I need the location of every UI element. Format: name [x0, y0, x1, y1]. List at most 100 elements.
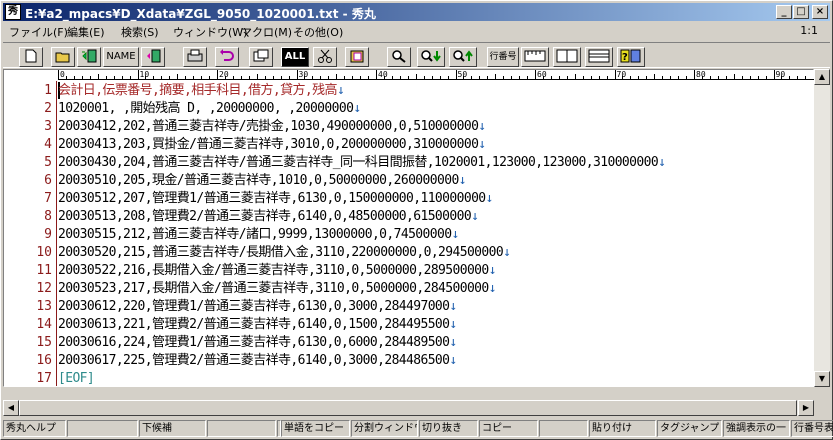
ruler-tick	[479, 76, 481, 79]
select-all-button[interactable]: ALL	[281, 47, 309, 67]
horizontal-scroll-thumb[interactable]	[19, 400, 797, 416]
horizontal-split-icon[interactable]	[585, 47, 613, 67]
ruler-tick	[113, 76, 115, 79]
ruler-mark: 50	[457, 70, 468, 79]
status-cell[interactable]: 下候補	[139, 420, 206, 437]
find-up-icon[interactable]	[449, 47, 477, 67]
scroll-up-arrow-icon[interactable]: ▲	[814, 69, 830, 85]
status-cell[interactable]: 単語をコピー	[281, 420, 350, 437]
new-file-icon[interactable]	[19, 47, 43, 67]
close-button[interactable]: ×	[812, 5, 828, 19]
hidemaru-window: 秀 E:¥a2_mpacs¥D_Xdata¥ZGL_9050_1020001.t…	[0, 0, 833, 440]
line-text: 20030510,205,現金/普通三菱吉祥寺,1010,0,50000000,…	[58, 173, 459, 188]
menu-macro[interactable]: マクロ(M)	[241, 24, 292, 40]
text-line[interactable]: 20030515,212,普通三菱吉祥寺/諸口,9999,13000000,0,…	[58, 226, 459, 244]
newline-mark-icon: ↓	[449, 353, 457, 368]
split-window-icon[interactable]	[553, 47, 581, 67]
text-line[interactable]: 20030412,202,普通三菱吉祥寺/売掛金,1030,490000000,…	[58, 118, 486, 136]
ruler-toggle-icon[interactable]	[521, 47, 549, 67]
text-line[interactable]: 20030522,216,長期借入金/普通三菱吉祥寺,3110,0,500000…	[58, 262, 496, 280]
text-content[interactable]: 会計日,伝票番号,摘要,相手科目,借方,貸方,残高↓ 1020001, ,開始残高…	[58, 82, 814, 386]
ruler-tick	[423, 76, 425, 79]
ruler-tick	[288, 76, 290, 79]
line-text: 20030515,212,普通三菱吉祥寺/諸口,9999,13000000,0,…	[58, 227, 452, 242]
open-folder-icon[interactable]	[51, 47, 75, 67]
ruler-tick	[646, 76, 648, 79]
hidemaru-app-icon[interactable]: 秀	[5, 4, 21, 20]
menu-file[interactable]: ファイル(F)	[9, 24, 68, 40]
ruler-tick	[550, 76, 552, 79]
ruler-tick	[733, 74, 735, 79]
text-line[interactable]: 20030520,215,普通三菱吉祥寺/長期借入金,3110,22000000…	[58, 244, 511, 262]
line-number: 13	[36, 299, 52, 314]
print-icon[interactable]	[183, 47, 207, 67]
horizontal-scrollbar[interactable]: ◀ ▶	[3, 400, 814, 416]
undo-icon[interactable]	[215, 47, 239, 67]
text-editor[interactable]: 0 10 20 30 40 50 60 70 80 90 1 2 3 4 5 6 7 8 9 10 11 12 13 14 1…	[3, 69, 814, 387]
line-number: 4	[44, 137, 52, 152]
eof-marker[interactable]: [EOF]	[58, 370, 95, 388]
paste-icon[interactable]	[345, 47, 369, 67]
status-cell	[207, 420, 276, 437]
text-line[interactable]: 1020001, ,開始残高 D, ,20000000, ,20000000↓	[58, 100, 361, 118]
title-bar[interactable]: 秀 E:¥a2_mpacs¥D_Xdata¥ZGL_9050_1020001.t…	[3, 3, 830, 21]
text-line[interactable]: 20030617,225,管理費2/普通三菱吉祥寺,6140,0,3000,28…	[58, 352, 457, 370]
scroll-left-arrow-icon[interactable]: ◀	[3, 400, 19, 416]
line-number: 2	[44, 101, 52, 116]
line-number-gutter: 1 2 3 4 5 6 7 8 9 10 11 12 13 14 15 16 17	[4, 82, 56, 386]
vertical-scrollbar[interactable]: ▲ ▼	[814, 69, 830, 387]
save-icon[interactable]	[77, 47, 101, 67]
help-icon[interactable]: ?	[617, 47, 645, 67]
newline-mark-icon: ↓	[449, 317, 457, 332]
text-line[interactable]: 20030612,220,管理費1/普通三菱吉祥寺,6130,0,3000,28…	[58, 298, 457, 316]
menu-search[interactable]: 検索(S)	[121, 24, 159, 40]
line-text: 20030430,204,普通三菱吉祥寺/普通三菱吉祥寺_同一科目間振替,102…	[58, 155, 659, 170]
line-number: 12	[36, 281, 52, 296]
name-save-button[interactable]: NAME	[103, 47, 139, 67]
status-cell[interactable]: 強調表示の一	[723, 420, 790, 437]
line-number-button[interactable]: 行番号	[487, 47, 519, 67]
ruler-tick	[741, 76, 743, 79]
ruler-tick	[439, 76, 441, 79]
ruler-mark: 0	[60, 70, 65, 79]
text-line[interactable]: 20030430,204,普通三菱吉祥寺/普通三菱吉祥寺_同一科目間振替,102…	[58, 154, 666, 172]
status-cell[interactable]: 切り抜き	[419, 420, 478, 437]
line-text: 20030512,207,管理費1/普通三菱吉祥寺,6130,0,1500000…	[58, 191, 486, 206]
scroll-right-arrow-icon[interactable]: ▶	[798, 400, 814, 416]
ruler-tick	[455, 70, 457, 79]
cut-icon[interactable]	[313, 47, 337, 67]
ruler-tick	[678, 76, 680, 79]
minimize-button[interactable]: _	[776, 5, 792, 19]
menu-edit[interactable]: 編集(E)	[67, 24, 105, 40]
text-line[interactable]: 20030510,205,現金/普通三菱吉祥寺,1010,0,50000000,…	[58, 172, 467, 190]
window-copy-icon[interactable]	[249, 47, 273, 67]
ruler-tick	[58, 70, 59, 79]
text-line[interactable]: 20030616,224,管理費1/普通三菱吉祥寺,6130,0,6000,28…	[58, 334, 457, 352]
save-as-icon[interactable]	[141, 47, 165, 67]
maximize-button[interactable]: □	[793, 5, 809, 19]
ruler-tick	[73, 76, 75, 79]
newline-mark-icon: ↓	[458, 173, 467, 188]
line-number: 1	[44, 83, 52, 98]
find-icon[interactable]	[387, 47, 411, 67]
menu-window[interactable]: ウィンドウ(W)	[173, 24, 247, 40]
scroll-down-arrow-icon[interactable]: ▼	[814, 371, 830, 387]
status-cell[interactable]: 分割ウィンドウ	[351, 420, 418, 437]
status-cell[interactable]: タグジャンプ	[657, 420, 722, 437]
status-cell[interactable]: 貼り付け	[589, 420, 656, 437]
line-number: 5	[44, 155, 52, 170]
text-line[interactable]: 20030512,207,管理費1/普通三菱吉祥寺,6130,0,1500000…	[58, 190, 493, 208]
status-cell[interactable]: 秀丸ヘルプ	[3, 420, 66, 437]
find-down-icon[interactable]	[417, 47, 445, 67]
text-line[interactable]: 20030513,208,管理費2/普通三菱吉祥寺,6140,0,4850000…	[58, 208, 479, 226]
ruler-tick	[272, 76, 274, 79]
text-line[interactable]: 20030523,217,長期借入金/普通三菱吉祥寺,3110,0,500000…	[58, 280, 496, 298]
text-line[interactable]: 20030413,203,買掛金/普通三菱吉祥寺,3010,0,20000000…	[58, 136, 486, 154]
text-line[interactable]: 会計日,伝票番号,摘要,相手科目,借方,貸方,残高↓	[58, 82, 345, 100]
status-cell[interactable]: 行番号表示/	[791, 420, 833, 437]
menu-other[interactable]: その他(O)	[293, 24, 343, 40]
status-cell[interactable]: コピー	[479, 420, 538, 437]
text-line[interactable]: 20030613,221,管理費2/普通三菱吉祥寺,6140,0,1500,28…	[58, 316, 457, 334]
svg-text:?: ?	[622, 52, 628, 63]
ruler-tick	[765, 76, 767, 79]
